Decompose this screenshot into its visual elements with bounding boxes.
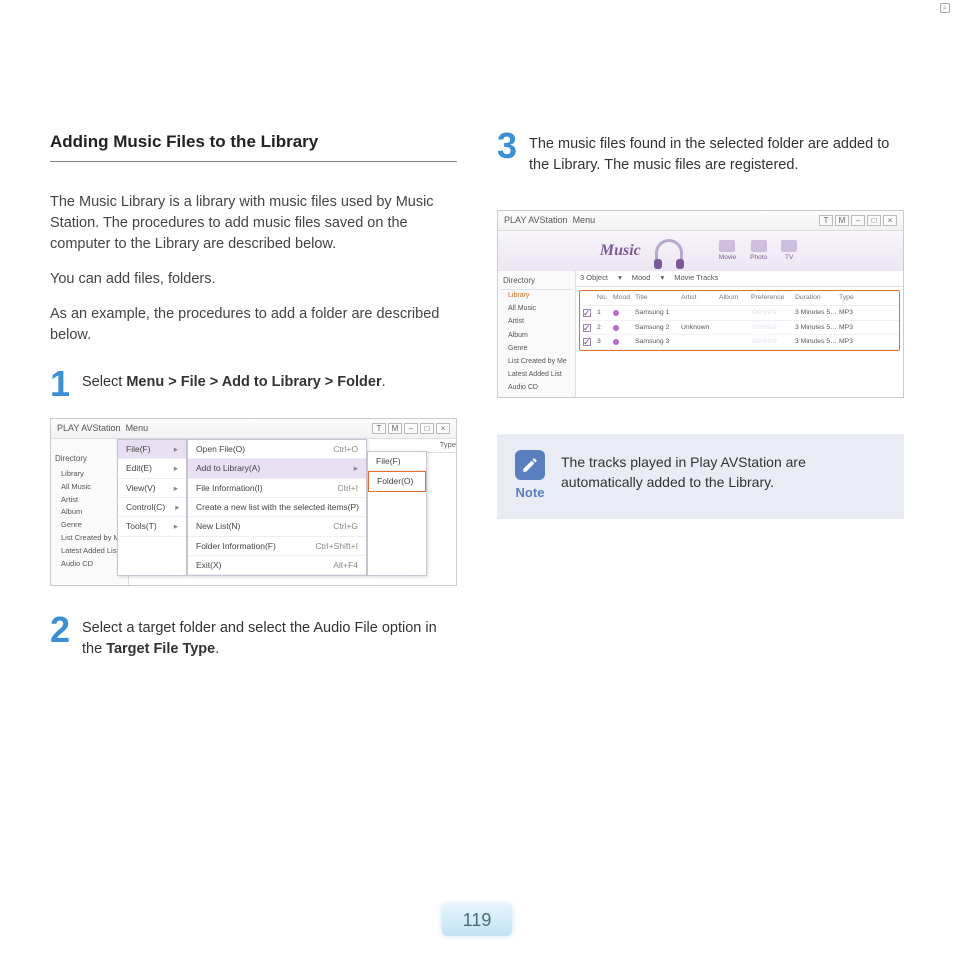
tree-item[interactable]: List Created by Me [500,355,573,368]
checkbox-icon[interactable] [583,309,591,317]
screenshot-menu-path: PLAY AVStation Menu T M – □ × Directory … [50,418,457,586]
maximize-button[interactable]: □ [867,215,881,226]
step-3: 3 The music files found in the selected … [497,130,904,176]
step-1-text: Select Menu > File > Add to Library > Fo… [82,368,386,393]
tab-object-count[interactable]: 3 Object [580,273,608,284]
section-title: Adding Music Files to the Library [50,130,457,162]
step-2: 2 Select a target folder and select the … [50,614,457,660]
window-titlebar: PLAY AVStation Menu T M – □ × [498,211,903,231]
menu-item-edit[interactable]: Edit(E)▸ [118,459,186,478]
tree-item[interactable]: Audio CD [55,558,126,571]
window-button[interactable]: M [835,215,849,226]
tree-item[interactable]: Genre [55,519,126,532]
tree-item[interactable]: All Music [55,481,126,494]
directory-sidebar: Directory Library All Music Artist Album… [498,271,576,397]
mood-dot-icon [613,310,619,316]
menu-item-tools[interactable]: Tools(T)▸ [118,517,186,536]
list-tabs: 3 Object ▾ Mood ▾ Movie Tracks ⌕ [576,271,903,287]
submenu-add-to-library: File(F) Folder(O) [367,451,427,576]
directory-label: Directory [500,273,573,290]
maximize-button[interactable]: □ [420,423,434,434]
intro-para-2: You can add files, folders. [50,269,457,290]
window-button[interactable]: T [819,215,833,226]
window-button[interactable]: T [372,423,386,434]
tree-item[interactable]: Album [500,329,573,342]
window-titlebar: PLAY AVStation Menu T M – □ × [51,419,456,439]
menu-item-view[interactable]: View(V)▸ [118,479,186,498]
minimize-button[interactable]: – [851,215,865,226]
tree-item-library[interactable]: Library [500,290,573,303]
tree-item[interactable]: Latest Added List [55,545,126,558]
tree-item[interactable]: Genre [500,342,573,355]
table-header: No. Mood Title Artist Album Preference D… [580,291,899,306]
mode-movie[interactable]: Movie [719,240,736,262]
menu-item-file-info[interactable]: File Information(I)Ctrl+I [188,479,366,498]
menu-item-file[interactable]: File(F)▸ [118,440,186,459]
tree-item[interactable]: Album [55,506,126,519]
menu-item-add-to-library[interactable]: Add to Library(A)▸ [188,459,366,478]
menu-item-exit[interactable]: Exit(X)Alt+F4 [188,556,366,575]
music-heading: Music [600,239,641,262]
note-label: Note [516,484,545,503]
page-number: 119 [442,904,512,936]
minimize-button[interactable]: – [404,423,418,434]
menu-file: File(F)▸ Edit(E)▸ View(V)▸ Control(C)▸ T… [117,439,187,576]
tree-item[interactable]: Artist [500,316,573,329]
menu-item-new-list[interactable]: New List(N)Ctrl+G [188,517,366,536]
menu-item-open-file[interactable]: Open File(O)Ctrl+O [188,440,366,459]
step-2-number: 2 [50,614,74,646]
menu-item-add-folder[interactable]: Folder(O) [368,471,426,491]
note-icon [515,450,545,480]
note-box: Note The tracks played in Play AVStation… [497,434,904,519]
search-icon[interactable]: ⌕ [940,3,950,13]
close-button[interactable]: × [436,423,450,434]
tree-item[interactable]: All Music [500,303,573,316]
step-2-text: Select a target folder and select the Au… [82,614,457,660]
menu-item-folder-info[interactable]: Folder Information(F)Ctrl+Shift+I [188,537,366,556]
mode-tv[interactable]: TV [781,240,797,262]
menu-item-add-file[interactable]: File(F) [368,452,426,471]
submenu-file: Open File(O)Ctrl+O Add to Library(A)▸ Fi… [187,439,367,576]
mode-header: Music Movie Photo TV [498,231,903,271]
track-table-highlight: No. Mood Title Artist Album Preference D… [579,290,900,351]
intro-para-3: As an example, the procedures to add a f… [50,304,457,346]
menu-item-control[interactable]: Control(C)▸ [118,498,186,517]
step-3-text: The music files found in the selected fo… [529,130,904,176]
mood-dot-icon [613,339,619,345]
mode-photo[interactable]: Photo [750,240,767,262]
step-1: 1 Select Menu > File > Add to Library > … [50,368,457,400]
step-1-number: 1 [50,368,74,400]
table-row[interactable]: 2 Samsung 2 Unknown ☆☆☆☆☆ 3 Minutes 5… M… [580,321,899,336]
checkbox-icon[interactable] [583,338,591,346]
note-text: The tracks played in Play AVStation are … [561,450,886,493]
tree-item[interactable]: Audio CD [500,382,573,395]
tree-item[interactable]: List Created by Me [55,532,126,545]
tab-movie-tracks[interactable]: Movie Tracks [674,273,718,284]
tab-mood[interactable]: Mood [632,273,651,284]
mood-dot-icon [613,325,619,331]
window-button[interactable]: M [388,423,402,434]
step-3-number: 3 [497,130,521,162]
menu-item-create-list[interactable]: Create a new list with the selected item… [188,498,366,517]
tree-item[interactable]: Library [55,468,126,481]
headphones-icon [655,239,683,263]
table-row[interactable]: 1 Samsung 1 ☆☆☆☆☆ 3 Minutes 5… MP3 [580,306,899,321]
screenshot-music-library: PLAY AVStation Menu T M – □ × Music Movi… [497,210,904,398]
tree-item[interactable]: Artist [55,494,126,507]
tree-item[interactable]: Latest Added List [500,369,573,382]
table-row[interactable]: 3 Samsung 3 ☆☆☆☆☆ 3 Minutes 5… MP3 [580,335,899,350]
directory-label: Directory [55,453,126,465]
close-button[interactable]: × [883,215,897,226]
intro-para-1: The Music Library is a library with musi… [50,192,457,255]
checkbox-icon[interactable] [583,324,591,332]
